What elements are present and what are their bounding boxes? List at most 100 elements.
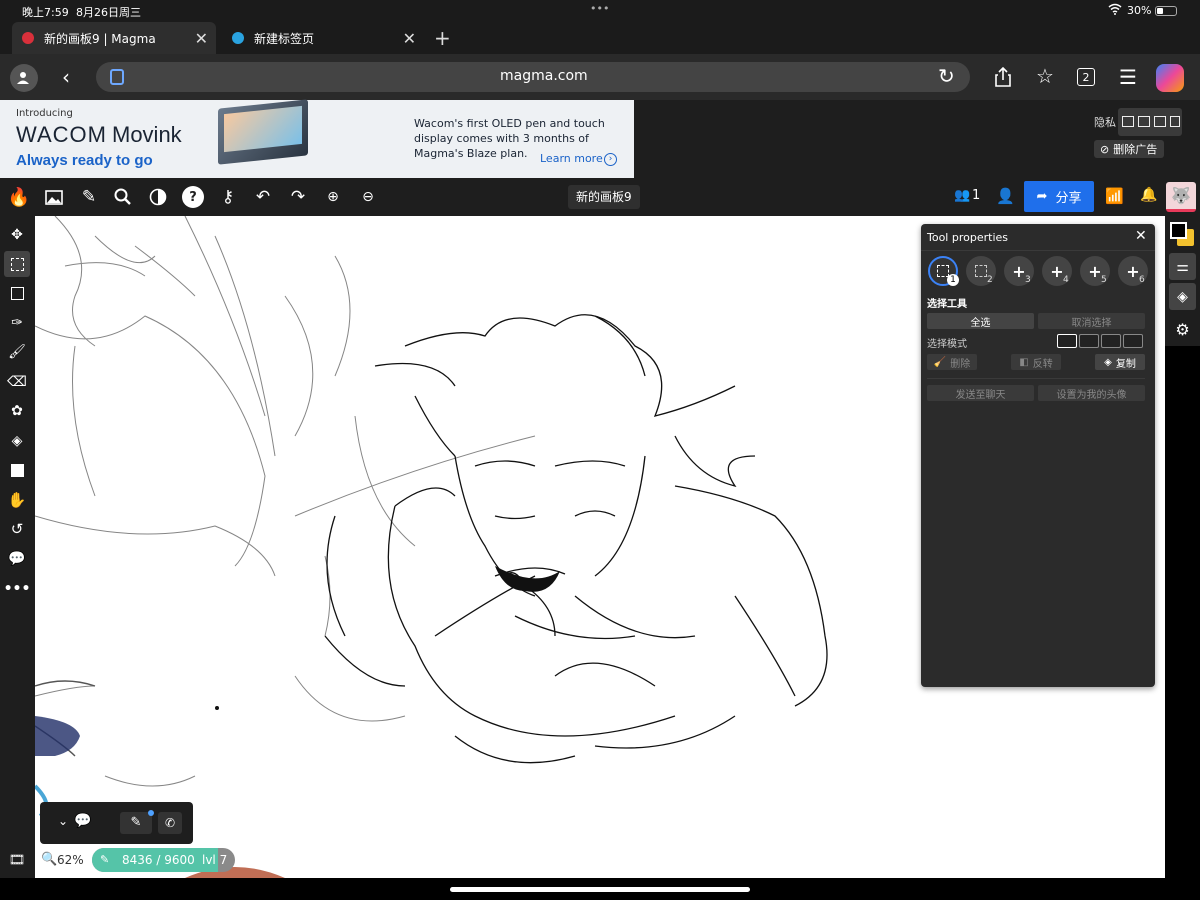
layout-left-icon[interactable]: [1154, 116, 1166, 127]
layout-top-icon[interactable]: [1122, 116, 1134, 127]
delete-button[interactable]: 🧹 删除: [927, 354, 977, 370]
close-icon[interactable]: ✕: [1135, 228, 1147, 244]
eraser-icon[interactable]: ⌫: [6, 371, 28, 393]
mode-replace-icon[interactable]: [1057, 334, 1077, 348]
tablet-image: [218, 99, 308, 165]
avatar[interactable]: 🐺: [1166, 182, 1196, 212]
privacy-label[interactable]: 隐私: [1094, 114, 1116, 130]
notification-bell-icon[interactable]: 🔔: [1140, 187, 1157, 203]
select-all-button[interactable]: 全选: [927, 313, 1034, 329]
ad-row: Introducing WACOM Movink Always ready to…: [0, 99, 1200, 178]
edge-favicon-icon: [232, 32, 244, 44]
magma-logo-icon[interactable]: 🔥: [8, 186, 30, 208]
broom-icon: 🧹: [933, 356, 947, 368]
site-info-icon[interactable]: [110, 69, 124, 85]
deselect-button[interactable]: 取消选择: [1038, 313, 1145, 329]
hand-icon[interactable]: ✋: [6, 489, 28, 511]
key-icon[interactable]: ⚷: [217, 186, 239, 208]
send-to-chat-button[interactable]: 发送至聊天: [927, 385, 1034, 401]
more-tools-icon[interactable]: •••: [4, 578, 31, 600]
share-arrow-icon: ➦: [1036, 189, 1048, 204]
tab-new[interactable]: 新建标签页 ✕: [222, 22, 426, 54]
undo-icon[interactable]: ↶: [252, 186, 274, 208]
section-title: 选择工具: [927, 299, 967, 310]
contrast-icon[interactable]: [147, 186, 169, 208]
layout-bottom-icon[interactable]: [1138, 116, 1150, 127]
paint-bucket-icon[interactable]: ◈: [6, 430, 28, 452]
transform-icon[interactable]: [6, 282, 28, 304]
close-tab-icon[interactable]: ✕: [403, 29, 416, 48]
multitask-dots[interactable]: •••: [590, 2, 609, 15]
mode-add-icon[interactable]: [1079, 334, 1099, 348]
comment-icon[interactable]: 💬: [6, 548, 28, 570]
spray-icon[interactable]: ✿: [6, 400, 28, 422]
favorite-star-icon[interactable]: ☆: [1033, 64, 1057, 88]
selection-tool-icon[interactable]: [4, 251, 30, 277]
back-icon[interactable]: ‹: [55, 65, 77, 89]
search-icon[interactable]: [112, 186, 134, 208]
menu-icon[interactable]: ☰: [1117, 65, 1139, 89]
foreground-color-swatch[interactable]: [1170, 222, 1187, 239]
film-icon[interactable]: 🎞: [6, 849, 28, 871]
wacom-ad-banner[interactable]: Introducing WACOM Movink Always ready to…: [0, 99, 634, 178]
storage-meter[interactable]: ✎ 8436 / 9600 lvl 7: [92, 848, 235, 872]
board-name[interactable]: 新的画板9: [568, 185, 640, 209]
profile-icon[interactable]: [10, 64, 38, 92]
broadcast-icon[interactable]: 📶: [1105, 187, 1124, 205]
reload-icon[interactable]: ↻: [938, 64, 955, 88]
settings-gear-icon[interactable]: ⚙: [1169, 316, 1196, 343]
block-icon: ⊘: [1100, 142, 1110, 156]
tab-title: 新建标签页: [254, 31, 315, 46]
image-icon[interactable]: [43, 186, 65, 208]
pencil-icon[interactable]: ✎: [78, 186, 100, 208]
add-user-icon[interactable]: 👤: [996, 187, 1015, 205]
copilot-icon[interactable]: [1156, 64, 1184, 92]
mode-subtract-icon[interactable]: [1101, 334, 1121, 348]
brush-icon[interactable]: 🖌: [6, 341, 28, 363]
rotate-icon[interactable]: ↺: [6, 518, 28, 540]
slot-number: 4: [1063, 275, 1069, 285]
eyedropper-icon[interactable]: ✑: [6, 312, 28, 334]
slot-number: 2: [987, 275, 993, 285]
call-icon[interactable]: ✆: [158, 812, 182, 834]
home-indicator[interactable]: [450, 887, 750, 892]
share-page-icon[interactable]: [992, 66, 1014, 88]
close-tab-icon[interactable]: ✕: [195, 29, 208, 48]
copy-layers-icon: ◈: [1104, 356, 1112, 368]
invert-button[interactable]: ◧ 反转: [1011, 354, 1061, 370]
ad-brand: WACOM: [16, 122, 107, 147]
url-field[interactable]: magma.com ↻: [96, 62, 970, 92]
remove-ad-button[interactable]: ⊘ 删除广告: [1094, 140, 1164, 158]
divider: [927, 378, 1145, 379]
set-avatar-button[interactable]: 设置为我的头像: [1038, 385, 1145, 401]
ad-learn-more[interactable]: Learn more: [540, 152, 603, 165]
ad-tagline: Always ready to go: [16, 152, 153, 169]
tab-count-button[interactable]: 2: [1077, 68, 1095, 86]
zoom-in-icon[interactable]: ⊕: [322, 186, 344, 208]
right-sidebar: ⚌ ◈ ⚙: [1165, 216, 1200, 346]
mute-voice-icon[interactable]: ✎: [120, 812, 152, 834]
ad-layout-switcher[interactable]: [1118, 108, 1182, 136]
adjust-sliders-icon[interactable]: ⚌: [1169, 253, 1196, 280]
wifi-icon: [1108, 3, 1122, 18]
redo-icon[interactable]: ↷: [287, 186, 309, 208]
layout-right-icon[interactable]: [1170, 116, 1180, 127]
magma-favicon-icon: [22, 32, 34, 44]
share-label: 分享: [1055, 191, 1082, 206]
zoom-level[interactable]: 62%: [57, 853, 84, 867]
new-tab-icon[interactable]: +: [434, 26, 451, 50]
move-icon[interactable]: ✥: [6, 224, 28, 246]
users-icon[interactable]: 👥: [954, 188, 970, 203]
home-indicator-area: [0, 878, 1200, 900]
mode-intersect-icon[interactable]: [1123, 334, 1143, 348]
address-bar-row: ‹ magma.com ↻ ☆ 2 ☰: [0, 54, 1200, 100]
chevron-down-icon[interactable]: ⌄: [58, 814, 68, 828]
copy-button[interactable]: ◈ 复制: [1095, 354, 1145, 370]
tab-magma[interactable]: 新的画板9 | Magma ✕: [12, 22, 216, 54]
layers-icon[interactable]: ◈: [1169, 283, 1196, 310]
share-button[interactable]: ➦ 分享: [1024, 181, 1094, 212]
zoom-out-icon[interactable]: ⊖: [357, 186, 379, 208]
chat-icon[interactable]: 💬: [74, 813, 91, 829]
help-icon[interactable]: ?: [182, 186, 204, 208]
shape-icon[interactable]: [6, 459, 28, 481]
